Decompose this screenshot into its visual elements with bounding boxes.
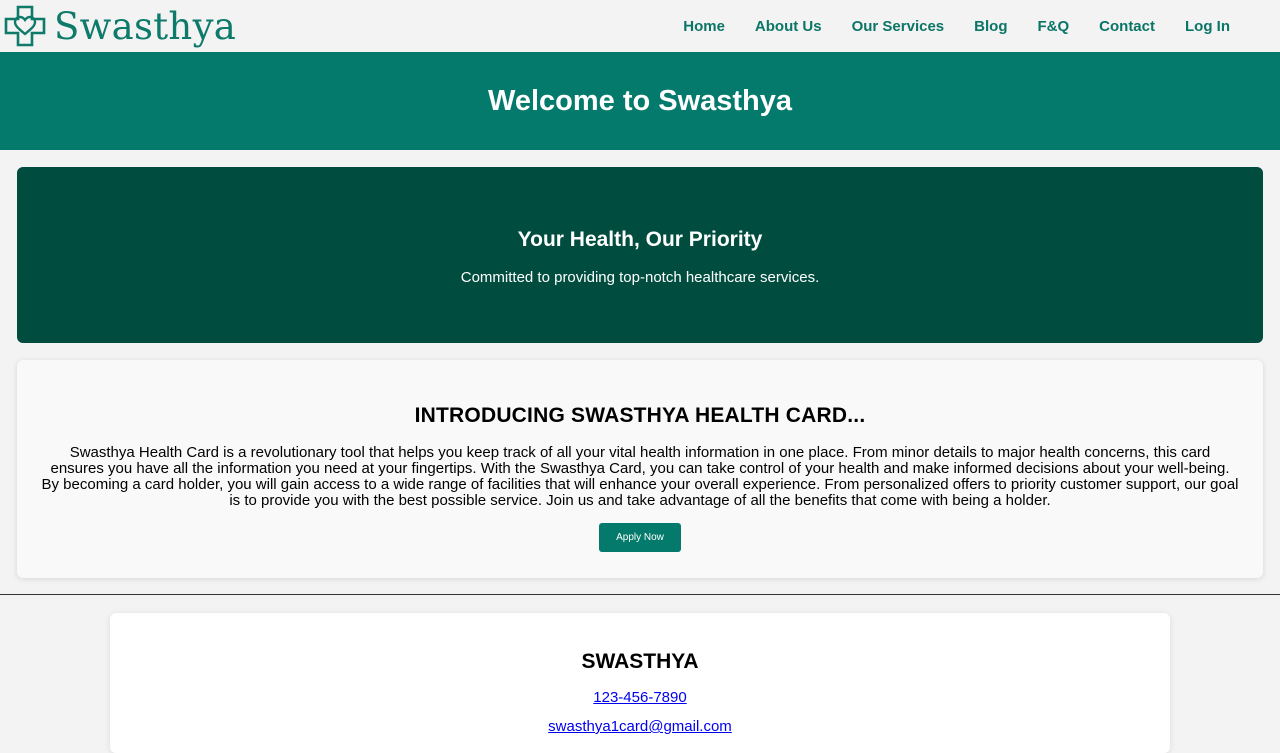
- nav-home[interactable]: Home: [683, 18, 725, 35]
- divider: [0, 594, 1280, 595]
- nav-log-in[interactable]: Log In: [1185, 18, 1230, 35]
- intro-body: Swasthya Health Card is a revolutionary …: [41, 444, 1239, 509]
- nav-our-services[interactable]: Our Services: [852, 18, 945, 35]
- hero-card: Your Health, Our Priority Committed to p…: [17, 167, 1263, 343]
- health-card-intro: INTRODUCING SWASTHYA HEALTH CARD... Swas…: [17, 360, 1263, 578]
- cross-heart-logo-icon: [4, 5, 46, 47]
- footer-phone-link[interactable]: 123-456-7890: [110, 689, 1170, 706]
- nav-blog[interactable]: Blog: [974, 18, 1007, 35]
- nav-about-us[interactable]: About Us: [755, 18, 822, 35]
- main-nav: Home About Us Our Services Blog F&Q Cont…: [683, 18, 1230, 35]
- hero-subtitle: Committed to providing top-notch healthc…: [460, 269, 820, 286]
- apply-now-button[interactable]: Apply Now: [599, 523, 681, 552]
- footer-name: SWASTHYA: [581, 650, 699, 673]
- hero-title: Your Health, Our Priority: [517, 228, 763, 251]
- welcome-title: Welcome to Swasthya: [487, 84, 793, 117]
- nav-contact[interactable]: Contact: [1099, 18, 1155, 35]
- top-bar: Swasthya Home About Us Our Services Blog…: [0, 0, 1280, 52]
- nav-faq[interactable]: F&Q: [1037, 18, 1069, 35]
- footer-email-link[interactable]: swasthya1card@gmail.com: [110, 718, 1170, 735]
- intro-title: INTRODUCING SWASTHYA HEALTH CARD...: [414, 404, 866, 427]
- footer-card: SWASTHYA 123-456-7890 swasthya1card@gmai…: [110, 613, 1170, 753]
- welcome-banner: Welcome to Swasthya: [0, 52, 1280, 150]
- brand-name: Swasthya: [54, 4, 237, 48]
- brand[interactable]: Swasthya: [4, 5, 236, 47]
